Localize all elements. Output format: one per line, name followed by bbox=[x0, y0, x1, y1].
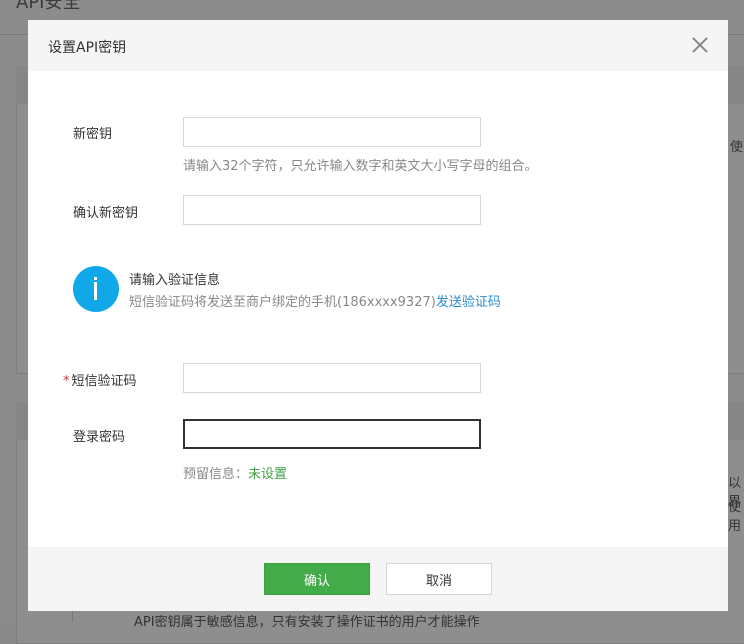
reserved-info: 预留信息：未设置 bbox=[183, 463, 287, 482]
dialog-header: 设置API密钥 bbox=[28, 20, 728, 71]
new-key-input[interactable] bbox=[183, 117, 481, 147]
info-icon bbox=[73, 266, 119, 312]
required-mark: * bbox=[63, 374, 70, 389]
page-title: API安全 bbox=[16, 0, 81, 13]
sms-code-input[interactable] bbox=[183, 363, 481, 393]
dialog-title: 设置API密钥 bbox=[48, 40, 127, 56]
dialog-footer bbox=[28, 547, 728, 611]
api-key-dialog: 设置API密钥 新密钥 请输入32个字符，只允许输入数字和英文大小写字母的组合。… bbox=[28, 20, 728, 611]
background-text: API密钥属于敏感信息，只有安装了操作证书的用户才能操作 bbox=[134, 615, 480, 630]
confirm-key-input[interactable] bbox=[183, 195, 481, 225]
background-text: 使用 bbox=[728, 500, 742, 534]
login-password-label: 登录密码 bbox=[73, 430, 126, 445]
sms-code-label: * 短信验证码 bbox=[63, 370, 137, 389]
info-message: 短信验证码将发送至商户绑定的手机(186xxxx9327) bbox=[129, 295, 436, 310]
confirm-button[interactable]: 确认 bbox=[264, 563, 370, 595]
close-icon[interactable] bbox=[688, 33, 712, 57]
info-title: 请输入验证信息 bbox=[129, 273, 221, 288]
reserved-info-label: 预留信息： bbox=[183, 467, 249, 482]
send-code-link[interactable]: 发送验证码 bbox=[436, 295, 501, 310]
login-password-input[interactable] bbox=[183, 419, 481, 449]
cancel-button[interactable]: 取消 bbox=[386, 563, 492, 595]
new-key-hint: 请输入32个字符，只允许输入数字和英文大小写字母的组合。 bbox=[183, 159, 538, 174]
sms-code-label-text: 短信验证码 bbox=[71, 374, 137, 389]
confirm-key-label: 确认新密钥 bbox=[73, 206, 139, 221]
info-text: 短信验证码将发送至商户绑定的手机(186xxxx9327)发送验证码 bbox=[129, 291, 501, 310]
new-key-label: 新密钥 bbox=[73, 127, 113, 142]
reserved-info-value: 未设置 bbox=[248, 467, 288, 482]
background-text: 使 bbox=[730, 140, 744, 155]
